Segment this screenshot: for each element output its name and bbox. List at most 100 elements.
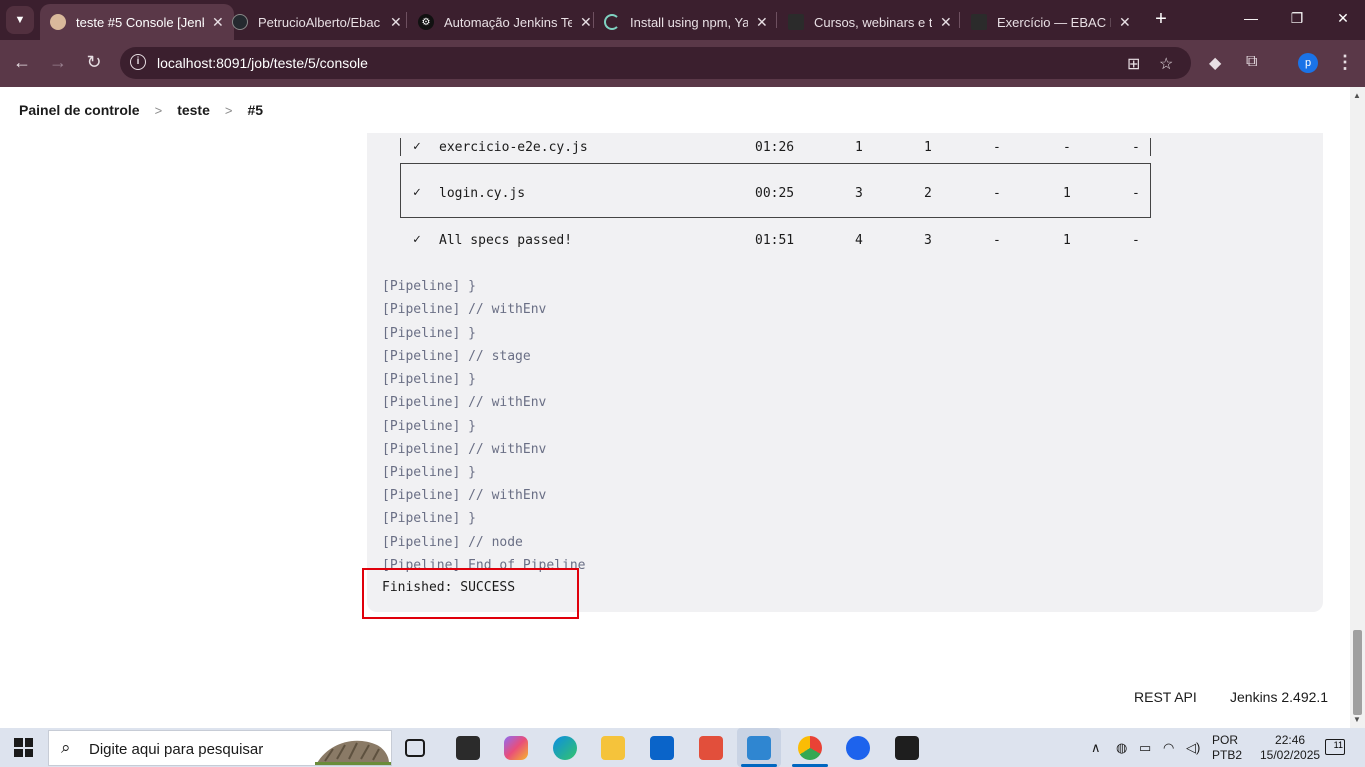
vscode-icon[interactable] — [747, 736, 771, 760]
spec-tests: 1 — [855, 140, 863, 155]
scrollbar-thumb[interactable] — [1353, 630, 1362, 715]
close-window-icon[interactable]: ✕ — [1328, 10, 1358, 27]
scroll-down-icon[interactable]: ▼ — [1353, 715, 1361, 724]
breadcrumb-build[interactable]: #5 — [247, 102, 263, 118]
spec-name: exercicio-e2e.cy.js — [439, 140, 588, 155]
keyboard-layout: PTB2 — [1212, 748, 1243, 762]
pipeline-line: [Pipeline] } — [382, 372, 476, 387]
check-icon: ✓ — [413, 185, 421, 200]
tab-cursos-webinars[interactable]: Cursos, webinars e trilhas ✕ — [778, 4, 962, 40]
tab-title: Automação Jenkins Teste — [444, 14, 572, 30]
spec-skipped: - — [1132, 140, 1140, 155]
summary-duration: 01:51 — [755, 233, 795, 248]
tab-divider — [776, 12, 777, 28]
search-icon: ⌕ — [61, 738, 71, 757]
summary-tests: 4 — [855, 233, 863, 248]
clock-time: 22:46 — [1275, 733, 1306, 747]
git-icon[interactable] — [699, 736, 723, 760]
taskbar-search-box[interactable]: ⌕ Digite aqui para pesquisar — [48, 730, 392, 766]
pipeline-line: [Pipeline] // withEnv — [382, 442, 547, 457]
page-scrollbar[interactable]: ▲ ▼ — [1350, 87, 1365, 728]
tab-divider — [959, 12, 960, 28]
file-explorer-icon[interactable] — [601, 736, 625, 760]
windows-start-icon[interactable] — [14, 738, 33, 757]
copilot-icon[interactable] — [504, 736, 528, 760]
chrome-icon[interactable] — [798, 736, 822, 760]
puzzle-extensions-icon[interactable]: ⧉ — [1246, 53, 1257, 71]
github-icon — [232, 14, 248, 30]
spec-passing: 2 — [924, 186, 932, 201]
tab-jenkins-console[interactable]: teste #5 Console [Jenkins] ✕ — [40, 4, 234, 40]
chevron-up-icon[interactable]: ∧ — [1091, 740, 1101, 756]
edge-icon[interactable] — [553, 736, 577, 760]
back-icon[interactable]: ← — [10, 52, 34, 73]
table-border — [1150, 138, 1151, 156]
system-clock[interactable]: 22:46 15/02/2025 — [1260, 733, 1320, 763]
close-tab-icon[interactable]: ✕ — [940, 14, 952, 31]
breadcrumb-dashboard[interactable]: Painel de controle — [19, 102, 140, 118]
check-icon: ✓ — [413, 139, 421, 154]
spec-duration: 00:25 — [755, 186, 795, 201]
notifications-icon[interactable]: 11 — [1325, 739, 1345, 755]
profile-avatar[interactable]: p — [1298, 53, 1318, 73]
browser-tab-strip: ▼ teste #5 Console [Jenkins] ✕ PetrucioA… — [0, 0, 1365, 40]
volume-icon[interactable]: ◁) — [1186, 740, 1200, 756]
forward-icon[interactable]: → — [46, 52, 70, 73]
new-tab-icon[interactable]: + — [1150, 8, 1172, 30]
docker-icon[interactable] — [846, 736, 870, 760]
wifi-icon[interactable]: ◠ — [1163, 740, 1174, 756]
table-border — [400, 138, 401, 156]
reload-icon[interactable]: ↻ — [82, 52, 106, 73]
scroll-up-icon[interactable]: ▲ — [1353, 91, 1361, 100]
close-tab-icon[interactable]: ✕ — [756, 14, 768, 31]
meet-icon[interactable]: ◍ — [1116, 740, 1127, 756]
windows-taskbar: ⌕ Digite aqui para pesquisar ∧ ◍ ▭ ◠ ◁) … — [0, 728, 1365, 767]
terminal-icon[interactable] — [895, 736, 919, 760]
rest-api-link[interactable]: REST API — [1134, 689, 1197, 705]
tab-install-npm[interactable]: Install using npm, Yarn ✕ — [594, 4, 778, 40]
breadcrumb-job[interactable]: teste — [177, 102, 210, 118]
check-icon: ✓ — [413, 232, 421, 247]
tab-title: Exercício — EBAC LMS — [997, 14, 1111, 30]
tab-github[interactable]: PetrucioAlberto/Ebac ✕ — [222, 4, 412, 40]
pipeline-line: [Pipeline] // withEnv — [382, 395, 547, 410]
spec-failing: - — [993, 186, 1001, 201]
ebac-icon — [971, 14, 987, 30]
close-tab-icon[interactable]: ✕ — [1119, 14, 1131, 31]
restore-icon[interactable]: ❐ — [1282, 10, 1312, 27]
pipeline-line: [Pipeline] } — [382, 279, 476, 294]
jenkins-version-link[interactable]: Jenkins 2.492.1 — [1230, 689, 1328, 705]
tab-automacao-jenkins[interactable]: ⚙ Automação Jenkins Teste ✕ — [408, 4, 602, 40]
pangolin-illustration-icon — [315, 740, 391, 765]
site-info-icon[interactable]: i — [130, 54, 146, 70]
pipeline-line: [Pipeline] } — [382, 326, 476, 341]
language-indicator[interactable]: POR PTB2 — [1212, 733, 1242, 763]
address-url[interactable]: localhost:8091/job/teste/5/console — [157, 55, 368, 71]
spec-pending: 1 — [1063, 186, 1071, 201]
pipeline-line: [Pipeline] // withEnv — [382, 488, 547, 503]
chevron-right-icon: > — [154, 102, 163, 118]
spec-name: login.cy.js — [439, 186, 526, 201]
spec-passing: 1 — [924, 140, 932, 155]
battery-icon[interactable]: ▭ — [1139, 740, 1151, 756]
widgets-icon[interactable] — [456, 736, 480, 760]
ebac-icon — [788, 14, 804, 30]
task-view-icon[interactable] — [405, 739, 425, 757]
tab-exercicio-ebac[interactable]: Exercício — EBAC LMS ✕ — [961, 4, 1141, 40]
translate-icon[interactable]: ⊞ — [1127, 54, 1140, 74]
clock-date: 15/02/2025 — [1260, 748, 1321, 762]
address-bar[interactable]: i localhost:8091/job/teste/5/console ⊞ ☆ — [120, 47, 1191, 79]
extension-icon[interactable]: ◆ — [1209, 53, 1221, 73]
tab-search-button[interactable]: ▼ — [6, 6, 34, 34]
chevron-down-icon: ▼ — [14, 14, 26, 26]
pipeline-line: [Pipeline] } — [382, 465, 476, 480]
summary-label: All specs passed! — [439, 233, 573, 248]
outlook-icon[interactable] — [650, 736, 674, 760]
taskbar-search-placeholder[interactable]: Digite aqui para pesquisar — [89, 741, 263, 758]
bookmark-star-icon[interactable]: ☆ — [1159, 54, 1173, 74]
browser-menu-icon[interactable]: ⋮ — [1336, 52, 1354, 73]
minimize-icon[interactable]: — — [1236, 10, 1266, 26]
close-tab-icon[interactable]: ✕ — [580, 14, 592, 31]
tab-title: PetrucioAlberto/Ebac — [258, 14, 381, 30]
close-tab-icon[interactable]: ✕ — [390, 14, 402, 31]
